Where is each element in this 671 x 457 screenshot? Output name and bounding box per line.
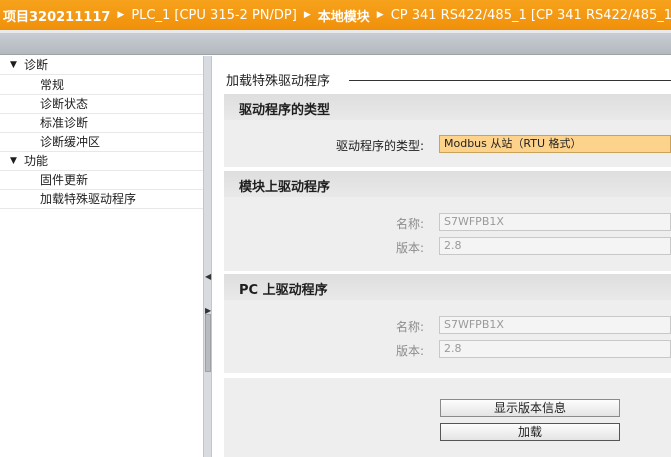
show-version-info-button[interactable]: 显示版本信息 [440,399,620,417]
breadcrumb-plc[interactable]: PLC_1 [CPU 315-2 PN/DP] [131,8,296,23]
driver-type-field[interactable]: Modbus 从站（RTU 格式） [439,135,671,153]
load-button[interactable]: 加载 [440,423,620,441]
tree-item-label: 加载特殊驱动程序 [40,192,137,206]
tree-item-standard-diagnostics[interactable]: 标准诊断 [0,114,203,133]
tree-group-label: 诊断 [24,58,49,72]
panel-splitter[interactable]: ◀ ▶ [203,56,212,457]
section-driver-type: 驱动程序的类型 驱动程序的类型: Modbus 从站（RTU 格式） [224,94,671,167]
pc-driver-name-label: 名称: [395,320,424,334]
tree-item-label: 固件更新 [40,173,89,187]
pc-driver-name-field: S7WFPB1X [439,316,671,334]
splitter-grip[interactable] [205,314,211,372]
page-title: 加载特殊驱动程序 [226,74,331,89]
breadcrumb-project[interactable]: 项目320211117 [3,6,110,25]
tree-item-load-special-driver[interactable]: 加载特殊驱动程序 [0,190,203,209]
breadcrumb-cp-module[interactable]: CP 341 RS422/485_1 [CP 341 RS422/485_1 [… [391,8,671,23]
expand-triangle-icon[interactable]: ▼ [10,56,17,75]
breadcrumb-local-modules[interactable]: 本地模块 [318,6,370,25]
section-module-driver: 模块上驱动程序 名称: S7WFPB1X 版本: 2.8 [224,171,671,271]
tree-group-functions[interactable]: ▼ 功能 [0,152,203,171]
tree-group-label: 功能 [24,154,49,168]
tree-item-label: 诊断状态 [40,97,89,111]
tree-item-label: 标准诊断 [40,116,89,130]
breadcrumb: 项目320211117 ▶ PLC_1 [CPU 315-2 PN/DP] ▶ … [0,0,671,30]
collapse-left-arrow-icon[interactable]: ◀ [205,273,211,281]
driver-type-label: 驱动程序的类型: [335,139,424,153]
section-header: PC 上驱动程序 [224,274,671,300]
tree-item-diagnostic-buffer[interactable]: 诊断缓冲区 [0,133,203,152]
module-driver-version-field: 2.8 [439,237,671,255]
pc-driver-version-field: 2.8 [439,340,671,358]
section-header: 模块上驱动程序 [224,171,671,197]
expand-triangle-icon[interactable]: ▼ [10,152,17,171]
section-header: 驱动程序的类型 [224,94,671,120]
breadcrumb-separator-icon: ▶ [303,10,311,20]
properties-content: 加载特殊驱动程序 驱动程序的类型 驱动程序的类型: Modbus 从站（RTU … [212,56,671,457]
tree-item-diagnostic-status[interactable]: 诊断状态 [0,95,203,114]
module-driver-name-field: S7WFPB1X [439,213,671,231]
pc-driver-version-label: 版本: [395,344,424,358]
module-driver-version-label: 版本: [395,241,424,255]
toolbar-strip [0,33,671,55]
section-actions: 显示版本信息 加载 [224,378,671,457]
section-title: PC 上驱动程序 [239,283,328,298]
breadcrumb-separator-icon: ▶ [376,10,384,20]
tree-item-label: 常规 [40,78,65,92]
properties-navigation-tree: ▼ 诊断 常规 诊断状态 标准诊断 诊断缓冲区 ▼ 功能 固件更新 加载特殊驱动… [0,56,203,457]
expand-right-arrow-icon[interactable]: ▶ [205,307,211,315]
tree-item-general[interactable]: 常规 [0,76,203,95]
section-title: 驱动程序的类型 [239,103,331,118]
tree-item-firmware-update[interactable]: 固件更新 [0,171,203,190]
breadcrumb-separator-icon: ▶ [117,10,125,20]
tree-item-label: 诊断缓冲区 [40,135,101,149]
section-title: 模块上驱动程序 [239,180,331,195]
module-driver-name-label: 名称: [395,217,424,231]
section-pc-driver: PC 上驱动程序 名称: S7WFPB1X 版本: 2.8 [224,274,671,373]
tree-group-diagnostics[interactable]: ▼ 诊断 [0,56,203,75]
title-divider [349,80,671,81]
